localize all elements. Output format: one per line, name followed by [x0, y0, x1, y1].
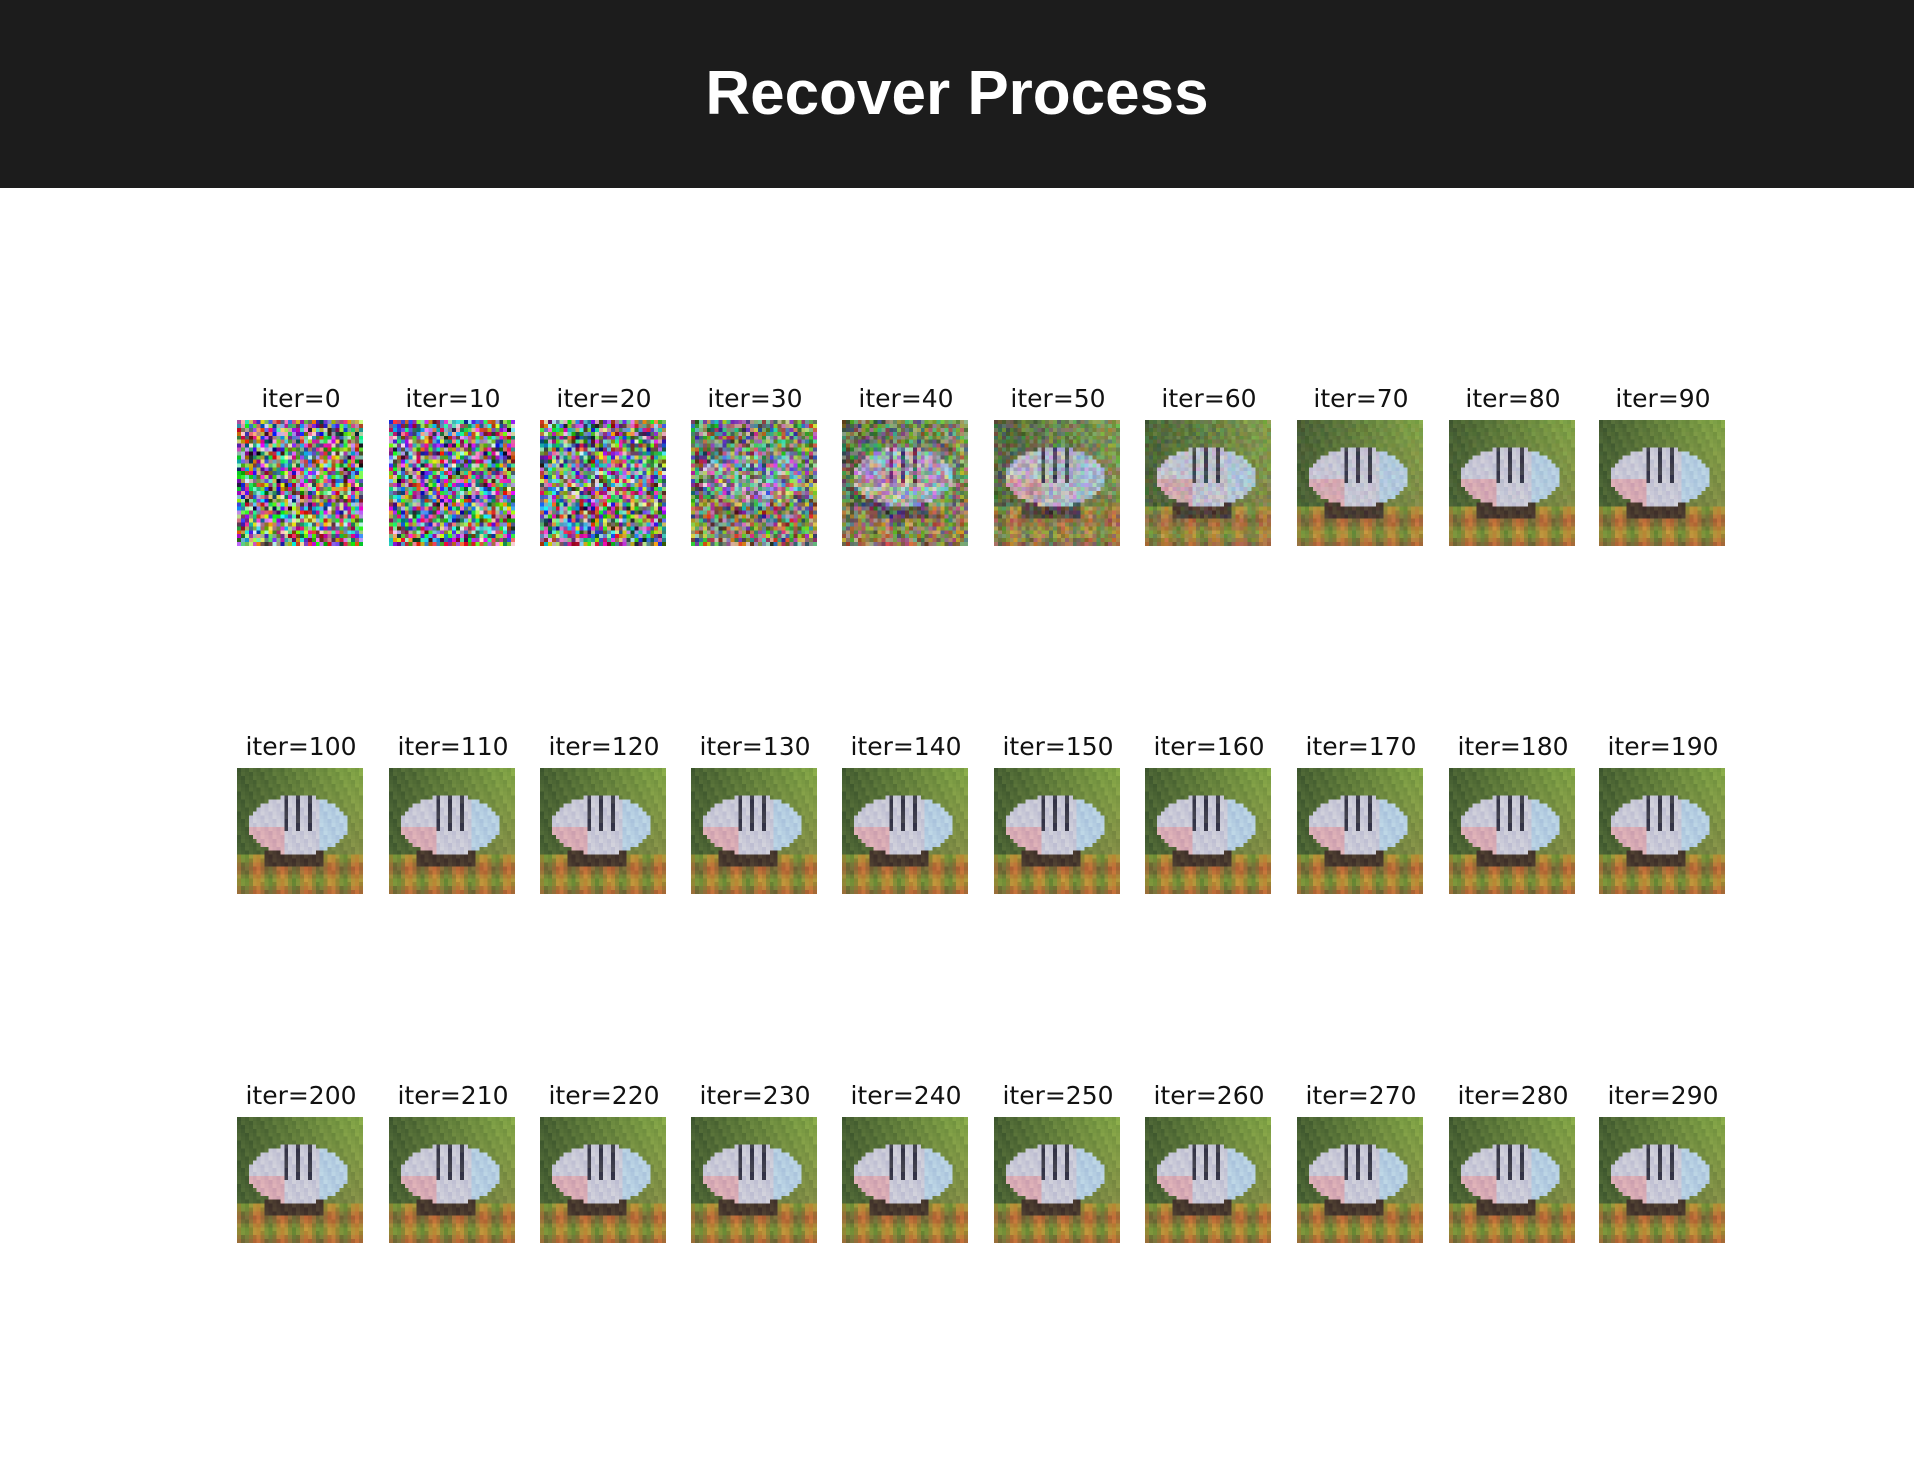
recover-step-cell: iter=140: [841, 732, 971, 894]
recover-step-cell: iter=280: [1448, 1081, 1578, 1243]
reconstruction-thumbnail: [540, 768, 666, 894]
reconstruction-thumbnail: [1145, 420, 1271, 546]
recover-step-cell: iter=60: [1144, 384, 1274, 546]
iteration-label: iter=20: [556, 384, 652, 413]
reconstruction-thumbnail: [1449, 1117, 1575, 1243]
reconstruction-thumbnail: [1297, 768, 1423, 894]
iteration-label: iter=170: [1305, 732, 1417, 761]
iteration-label: iter=250: [1002, 1081, 1114, 1110]
recover-step-cell: iter=150: [993, 732, 1123, 894]
reconstruction-thumbnail: [994, 420, 1120, 546]
iteration-label: iter=70: [1313, 384, 1409, 413]
recover-step-cell: iter=130: [690, 732, 820, 894]
iteration-label: iter=180: [1457, 732, 1569, 761]
recover-step-cell: iter=30: [690, 384, 820, 546]
recover-step-cell: iter=80: [1448, 384, 1578, 546]
reconstruction-thumbnail: [842, 1117, 968, 1243]
recover-step-cell: iter=120: [539, 732, 669, 894]
iteration-label: iter=120: [548, 732, 660, 761]
reconstruction-thumbnail: [1599, 1117, 1725, 1243]
reconstruction-thumbnail: [691, 420, 817, 546]
iteration-label: iter=10: [405, 384, 501, 413]
recover-step-cell: iter=290: [1598, 1081, 1728, 1243]
recover-step-cell: iter=20: [539, 384, 669, 546]
recover-step-cell: iter=270: [1296, 1081, 1426, 1243]
recover-step-cell: iter=110: [388, 732, 518, 894]
recover-step-cell: iter=200: [236, 1081, 366, 1243]
iteration-label: iter=140: [850, 732, 962, 761]
reconstruction-thumbnail: [389, 420, 515, 546]
recover-grid-panel: iter=0 iter=10 iter=20 iter=30 iter=40 iter=5…: [0, 188, 1914, 1466]
iteration-label: iter=150: [1002, 732, 1114, 761]
iteration-label: iter=0: [261, 384, 341, 413]
reconstruction-thumbnail: [237, 420, 363, 546]
reconstruction-thumbnail: [389, 1117, 515, 1243]
recover-step-cell: iter=220: [539, 1081, 669, 1243]
recover-step-cell: iter=100: [236, 732, 366, 894]
iteration-label: iter=280: [1457, 1081, 1569, 1110]
iteration-label: iter=160: [1153, 732, 1265, 761]
iteration-label: iter=80: [1465, 384, 1561, 413]
iteration-label: iter=200: [245, 1081, 357, 1110]
iteration-label: iter=260: [1153, 1081, 1265, 1110]
recover-step-cell: iter=160: [1144, 732, 1274, 894]
recover-step-cell: iter=10: [388, 384, 518, 546]
iteration-label: iter=230: [699, 1081, 811, 1110]
reconstruction-thumbnail: [1599, 420, 1725, 546]
reconstruction-thumbnail: [237, 768, 363, 894]
iteration-label: iter=100: [245, 732, 357, 761]
recover-step-cell: iter=90: [1598, 384, 1728, 546]
recover-step-cell: iter=250: [993, 1081, 1123, 1243]
recover-step-cell: iter=180: [1448, 732, 1578, 894]
reconstruction-thumbnail: [1145, 768, 1271, 894]
iteration-label: iter=290: [1607, 1081, 1719, 1110]
iteration-label: iter=220: [548, 1081, 660, 1110]
iteration-label: iter=210: [397, 1081, 509, 1110]
reconstruction-thumbnail: [1297, 1117, 1423, 1243]
recover-step-cell: iter=240: [841, 1081, 971, 1243]
recover-step-cell: iter=230: [690, 1081, 820, 1243]
recover-step-cell: iter=210: [388, 1081, 518, 1243]
reconstruction-thumbnail: [691, 1117, 817, 1243]
reconstruction-thumbnail: [842, 768, 968, 894]
iteration-label: iter=90: [1615, 384, 1711, 413]
iteration-label: iter=50: [1010, 384, 1106, 413]
iteration-label: iter=270: [1305, 1081, 1417, 1110]
recover-step-cell: iter=0: [236, 384, 366, 546]
iteration-label: iter=40: [858, 384, 954, 413]
iteration-label: iter=110: [397, 732, 509, 761]
recover-step-cell: iter=50: [993, 384, 1123, 546]
reconstruction-thumbnail: [1449, 768, 1575, 894]
reconstruction-thumbnail: [691, 768, 817, 894]
reconstruction-thumbnail: [1599, 768, 1725, 894]
reconstruction-thumbnail: [994, 768, 1120, 894]
reconstruction-thumbnail: [1297, 420, 1423, 546]
iteration-label: iter=30: [707, 384, 803, 413]
reconstruction-thumbnail: [389, 768, 515, 894]
reconstruction-thumbnail: [1449, 420, 1575, 546]
recover-step-cell: iter=260: [1144, 1081, 1274, 1243]
reconstruction-thumbnail: [237, 1117, 363, 1243]
reconstruction-thumbnail: [994, 1117, 1120, 1243]
recover-step-cell: iter=190: [1598, 732, 1728, 894]
recover-step-cell: iter=40: [841, 384, 971, 546]
iteration-label: iter=60: [1161, 384, 1257, 413]
page-title: Recover Process: [705, 59, 1209, 128]
reconstruction-thumbnail: [1145, 1117, 1271, 1243]
iteration-label: iter=130: [699, 732, 811, 761]
reconstruction-thumbnail: [540, 1117, 666, 1243]
recover-step-cell: iter=170: [1296, 732, 1426, 894]
header-bar: Recover Process: [0, 0, 1914, 188]
iteration-label: iter=240: [850, 1081, 962, 1110]
recover-step-cell: iter=70: [1296, 384, 1426, 546]
reconstruction-thumbnail: [540, 420, 666, 546]
reconstruction-thumbnail: [842, 420, 968, 546]
iteration-label: iter=190: [1607, 732, 1719, 761]
